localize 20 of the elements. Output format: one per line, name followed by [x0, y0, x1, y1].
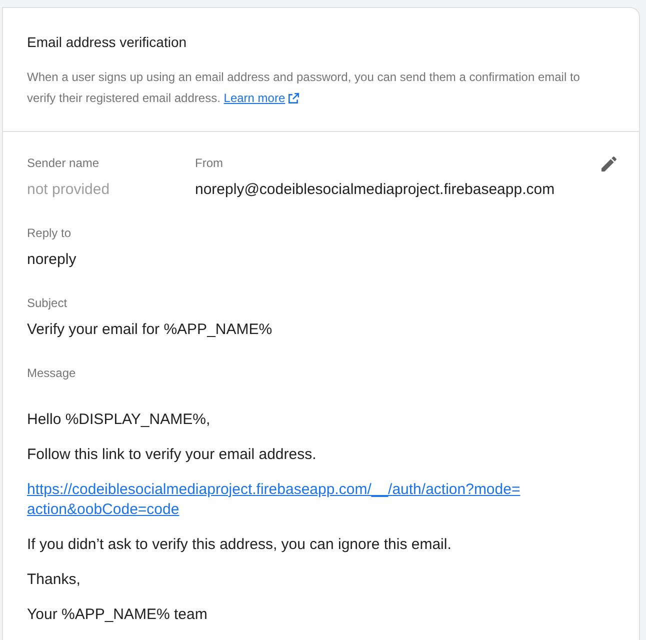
sender-name-value: not provided	[27, 180, 111, 200]
message-paragraph: Hello %DISPLAY_NAME%,	[27, 410, 212, 430]
verification-link[interactable]: https://codeiblesocialmediaproject.firebaseapp.com/__/auth/action?mode=action&oobCode=code	[27, 480, 522, 520]
card-description: When a user signs up using an email address and password, you can send them a confirmation email to verify their registered email address. Learn more	[27, 67, 615, 109]
field-label: Sender name	[27, 155, 100, 171]
subject-value: Verify your email for %APP_NAME%	[27, 320, 274, 340]
pencil-icon	[599, 154, 619, 174]
learn-more-link[interactable]: Learn more	[224, 88, 300, 109]
message-paragraph: Your %APP_NAME% team	[27, 605, 208, 625]
message-paragraph: Thanks,	[27, 570, 82, 590]
field-label: From	[195, 155, 224, 171]
message-paragraph: Follow this link to verify your email address.	[27, 445, 318, 465]
field-label: Subject	[27, 295, 68, 311]
field-label: Reply to	[27, 225, 72, 241]
field-label: Message	[27, 365, 77, 381]
card-title: Email address verification	[27, 33, 188, 52]
from-value: noreply@codeiblesocialmediaproject.firebaseapp.com	[195, 180, 555, 200]
external-link-icon	[287, 92, 300, 105]
reply-to-value: noreply	[27, 250, 78, 270]
message-paragraph: If you didn’t ask to verify this address, you can ignore this email.	[27, 535, 452, 555]
